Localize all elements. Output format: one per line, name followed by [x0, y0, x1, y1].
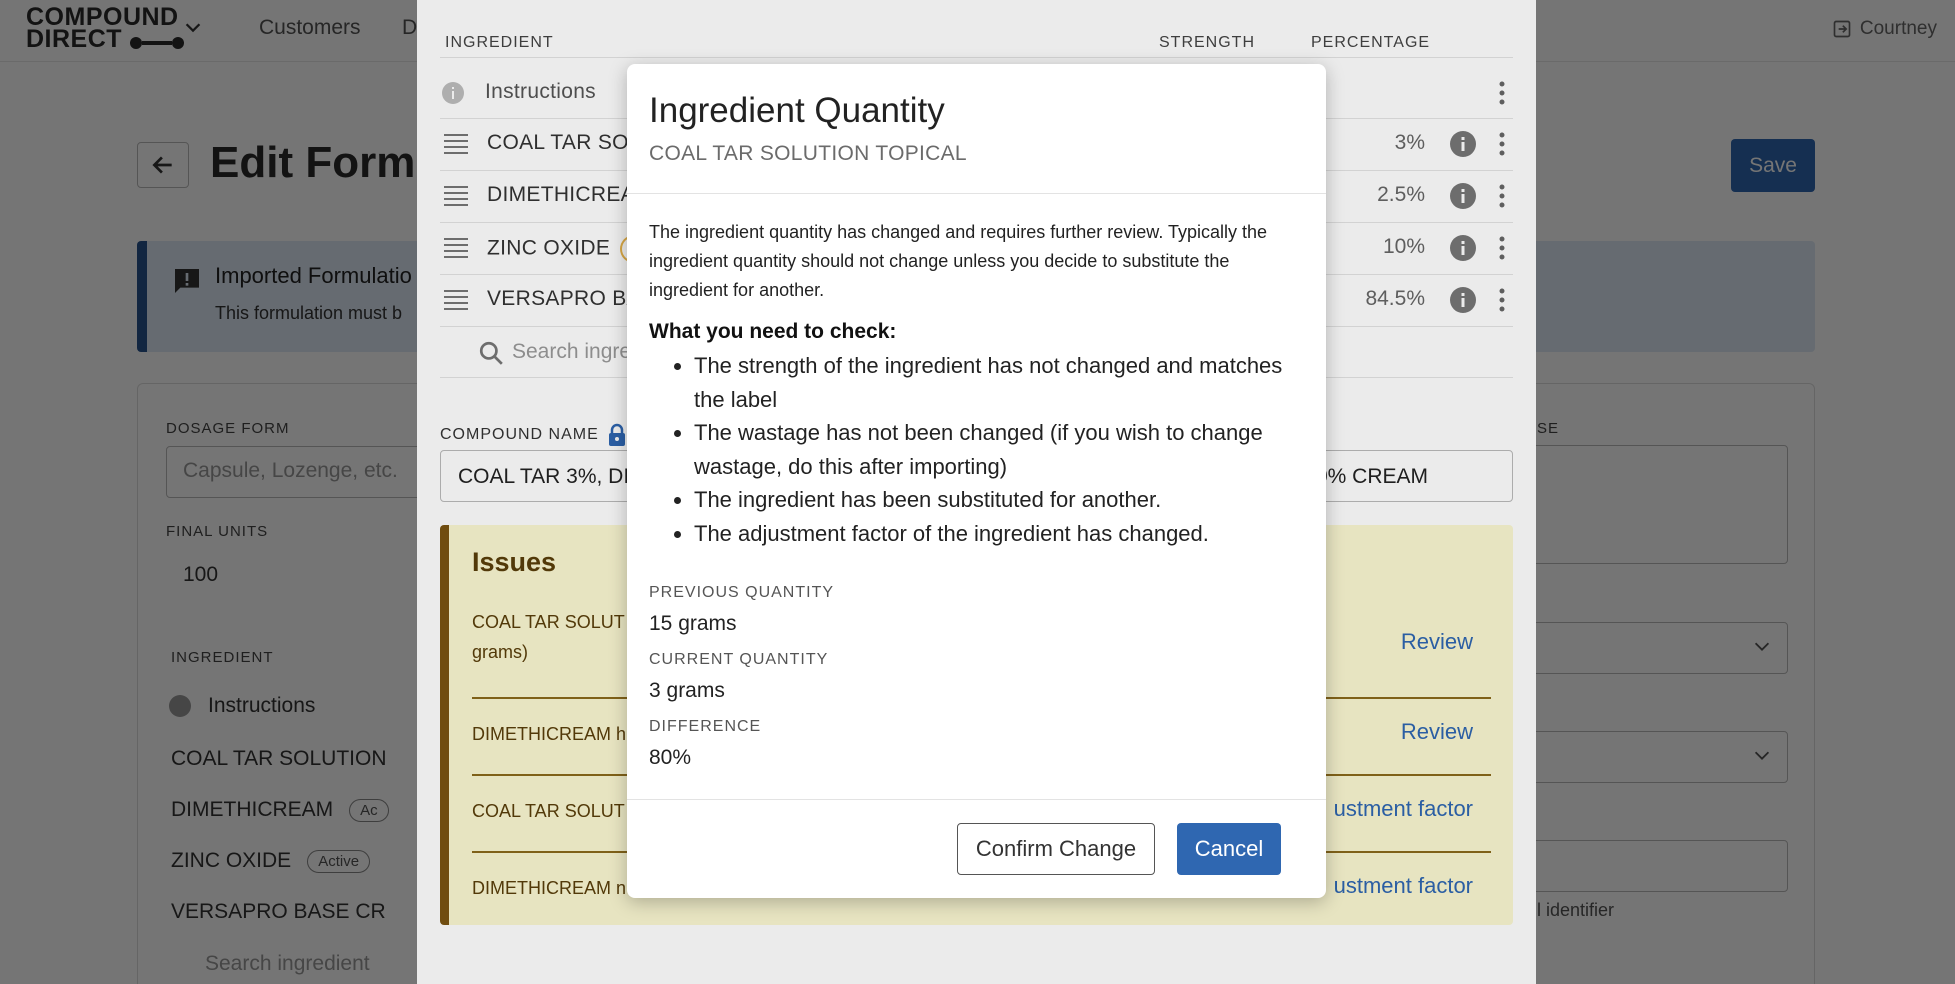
previous-quantity-value: 15 grams [649, 612, 737, 635]
cancel-button[interactable]: Cancel [1177, 823, 1281, 875]
modal-title: Ingredient Quantity [649, 91, 945, 130]
modal-intro-text: The ingredient quantity has changed and … [649, 222, 1268, 300]
confirm-change-button[interactable]: Confirm Change [957, 823, 1155, 875]
current-quantity-label: CURRENT QUANTITY [649, 651, 829, 668]
ingredient-quantity-modal: Ingredient Quantity COAL TAR SOLUTION TO… [627, 64, 1326, 898]
check-item: The strength of the ingredient has not c… [694, 349, 1309, 416]
check-list: The strength of the ingredient has not c… [694, 349, 1309, 550]
check-item: The wastage has not been changed (if you… [694, 416, 1309, 483]
modal-header: Ingredient Quantity COAL TAR SOLUTION TO… [627, 64, 1326, 194]
difference-label: DIFFERENCE [649, 718, 762, 735]
difference-value: 80% [649, 746, 692, 769]
check-heading: What you need to check: [649, 320, 897, 343]
check-item: The ingredient has been substituted for … [694, 483, 1309, 517]
check-item: The adjustment factor of the ingredient … [694, 517, 1309, 551]
modal-footer-divider [627, 799, 1326, 800]
previous-quantity-label: PREVIOUS QUANTITY [649, 584, 835, 601]
current-quantity-value: 3 grams [649, 679, 725, 702]
modal-subtitle: COAL TAR SOLUTION TOPICAL [649, 142, 967, 165]
